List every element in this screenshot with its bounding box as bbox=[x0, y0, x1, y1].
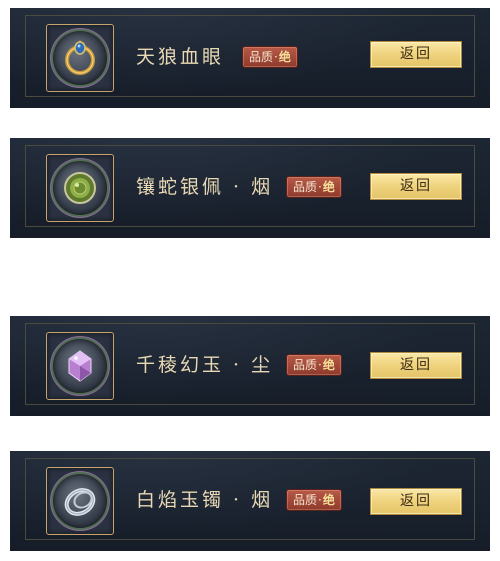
quality-badge: 品质·绝 bbox=[242, 46, 298, 68]
quality-label: 品质 bbox=[249, 50, 274, 64]
quality-separator: · bbox=[318, 180, 322, 194]
item-card: 白焰玉镯 · 烟 品质·绝 返回 bbox=[10, 451, 490, 551]
quality-label: 品质 bbox=[293, 180, 318, 194]
quality-value: 绝 bbox=[278, 50, 291, 64]
quality-separator: · bbox=[318, 493, 322, 507]
back-button[interactable]: 返回 bbox=[370, 352, 462, 379]
quality-value: 绝 bbox=[322, 358, 335, 372]
gold-ring-icon bbox=[53, 31, 107, 85]
quality-value: 绝 bbox=[322, 493, 335, 507]
jade-pendant-icon bbox=[53, 161, 107, 215]
quality-label: 品质 bbox=[293, 493, 318, 507]
quality-label: 品质 bbox=[293, 358, 318, 372]
item-icon-frame[interactable] bbox=[46, 154, 114, 222]
quality-badge: 品质·绝 bbox=[286, 489, 342, 511]
quality-separator: · bbox=[318, 358, 322, 372]
item-card: 千稜幻玉 · 尘 品质·绝 返回 bbox=[10, 316, 490, 416]
quality-separator: · bbox=[274, 50, 278, 64]
item-name: 千稜幻玉 · 尘 bbox=[136, 354, 274, 376]
back-button[interactable]: 返回 bbox=[370, 173, 462, 200]
item-icon-frame[interactable] bbox=[46, 467, 114, 535]
quality-value: 绝 bbox=[322, 180, 335, 194]
item-card: 天狼血眼 品质·绝 返回 bbox=[10, 8, 490, 108]
back-button[interactable]: 返回 bbox=[370, 488, 462, 515]
item-card: 镶蛇银佩 · 烟 品质·绝 返回 bbox=[10, 138, 490, 238]
item-name: 镶蛇银佩 · 烟 bbox=[136, 176, 274, 198]
item-icon-frame[interactable] bbox=[46, 332, 114, 400]
item-list-page: 天狼血眼 品质·绝 返回 镶蛇银佩 · 烟 品质·绝 返回 千稜幻玉 · 尘 品… bbox=[0, 0, 500, 561]
quality-badge: 品质·绝 bbox=[286, 354, 342, 376]
purple-crystal-icon bbox=[53, 339, 107, 393]
item-name: 天狼血眼 bbox=[136, 46, 225, 68]
item-icon-frame[interactable] bbox=[46, 24, 114, 92]
item-name: 白焰玉镯 · 烟 bbox=[136, 489, 274, 511]
white-bracelet-icon bbox=[53, 474, 107, 528]
back-button[interactable]: 返回 bbox=[370, 41, 462, 68]
quality-badge: 品质·绝 bbox=[286, 176, 342, 198]
